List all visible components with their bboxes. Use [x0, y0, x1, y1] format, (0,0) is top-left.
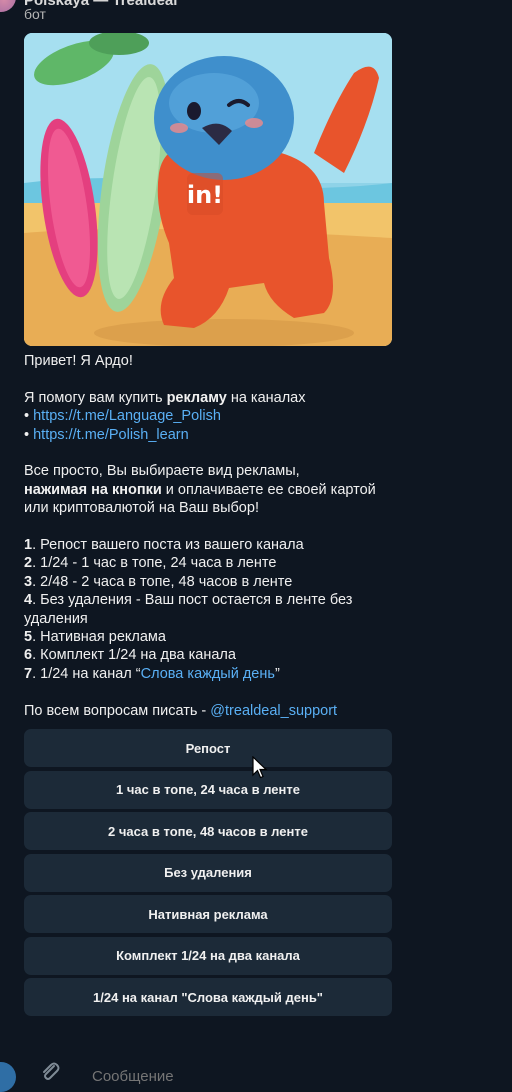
channel-link-row: • https://t.me/Language_Polish — [24, 408, 221, 425]
chat-header[interactable]: Polskaya — Trealdeal бот — [0, 0, 512, 30]
mascot-illustration: in! — [24, 33, 392, 346]
list-item: 5. Нативная реклама — [24, 629, 166, 646]
list-item: 1. Репост вашего поста из вашего канала — [24, 537, 304, 554]
list-item: 4. Без удаления - Ваш пост остается в ле… — [24, 592, 353, 627]
one-hour-top-button[interactable]: 1 час в топе, 24 часа в ленте — [24, 770, 392, 809]
greeting-line: Привет! Я Ардо! — [24, 353, 133, 369]
words-every-day-button[interactable]: 1/24 на канал "Слова каждый день" — [24, 978, 392, 1016]
inline-keyboard: Репост 1 час в топе, 24 часа в ленте 2 ч… — [24, 729, 392, 1020]
two-hours-top-button[interactable]: 2 часа в топе, 48 часов в ленте — [24, 812, 392, 850]
channel-link-row: • https://t.me/Polish_learn — [24, 426, 189, 443]
repost-button[interactable]: Репост — [24, 729, 392, 767]
explain-text: Все просто, Вы выбираете вид рекламы, наж… — [24, 463, 376, 517]
message-text: Привет! Я Ардо! Я помогу вам купить рекл… — [24, 352, 404, 720]
bot-avatar[interactable] — [0, 0, 16, 12]
channel-link[interactable]: https://t.me/Language_Polish — [33, 408, 221, 424]
list-item: 7. 1/24 на канал “Слова каждый день” — [24, 665, 280, 682]
bundle-two-channels-button[interactable]: Комплект 1/24 на два канала — [24, 936, 392, 975]
message-composer — [0, 1050, 512, 1092]
list-item: 3. 2/48 - 2 часа в топе, 48 часов в лент… — [24, 573, 293, 590]
attach-icon[interactable] — [38, 1060, 62, 1089]
channel-name-link[interactable]: Слова каждый день — [141, 666, 275, 682]
list-item: 2. 1/24 - 1 час в топе, 24 часа в ленте — [24, 555, 277, 572]
chat-subtitle: бот — [24, 6, 46, 22]
support-link[interactable]: @trealdeal_support — [210, 703, 337, 719]
list-item: 6. Комплект 1/24 на два канала — [24, 647, 236, 664]
message-input[interactable] — [92, 1066, 392, 1086]
intro-line: Я помогу вам купить рекламу на каналах — [24, 389, 306, 406]
support-line: По всем вопросам писать - @trealdeal_sup… — [24, 702, 338, 719]
message-image[interactable]: in! — [24, 33, 392, 346]
no-deletion-button[interactable]: Без удаления — [24, 853, 392, 892]
native-ad-button[interactable]: Нативная реклама — [24, 895, 392, 933]
channel-link[interactable]: https://t.me/Polish_learn — [33, 427, 189, 443]
mouse-cursor-icon — [252, 755, 268, 785]
scroll-down-button[interactable] — [0, 1062, 16, 1092]
chat-title: Polskaya — Trealdeal — [24, 0, 178, 9]
svg-text:in!: in! — [187, 181, 223, 209]
